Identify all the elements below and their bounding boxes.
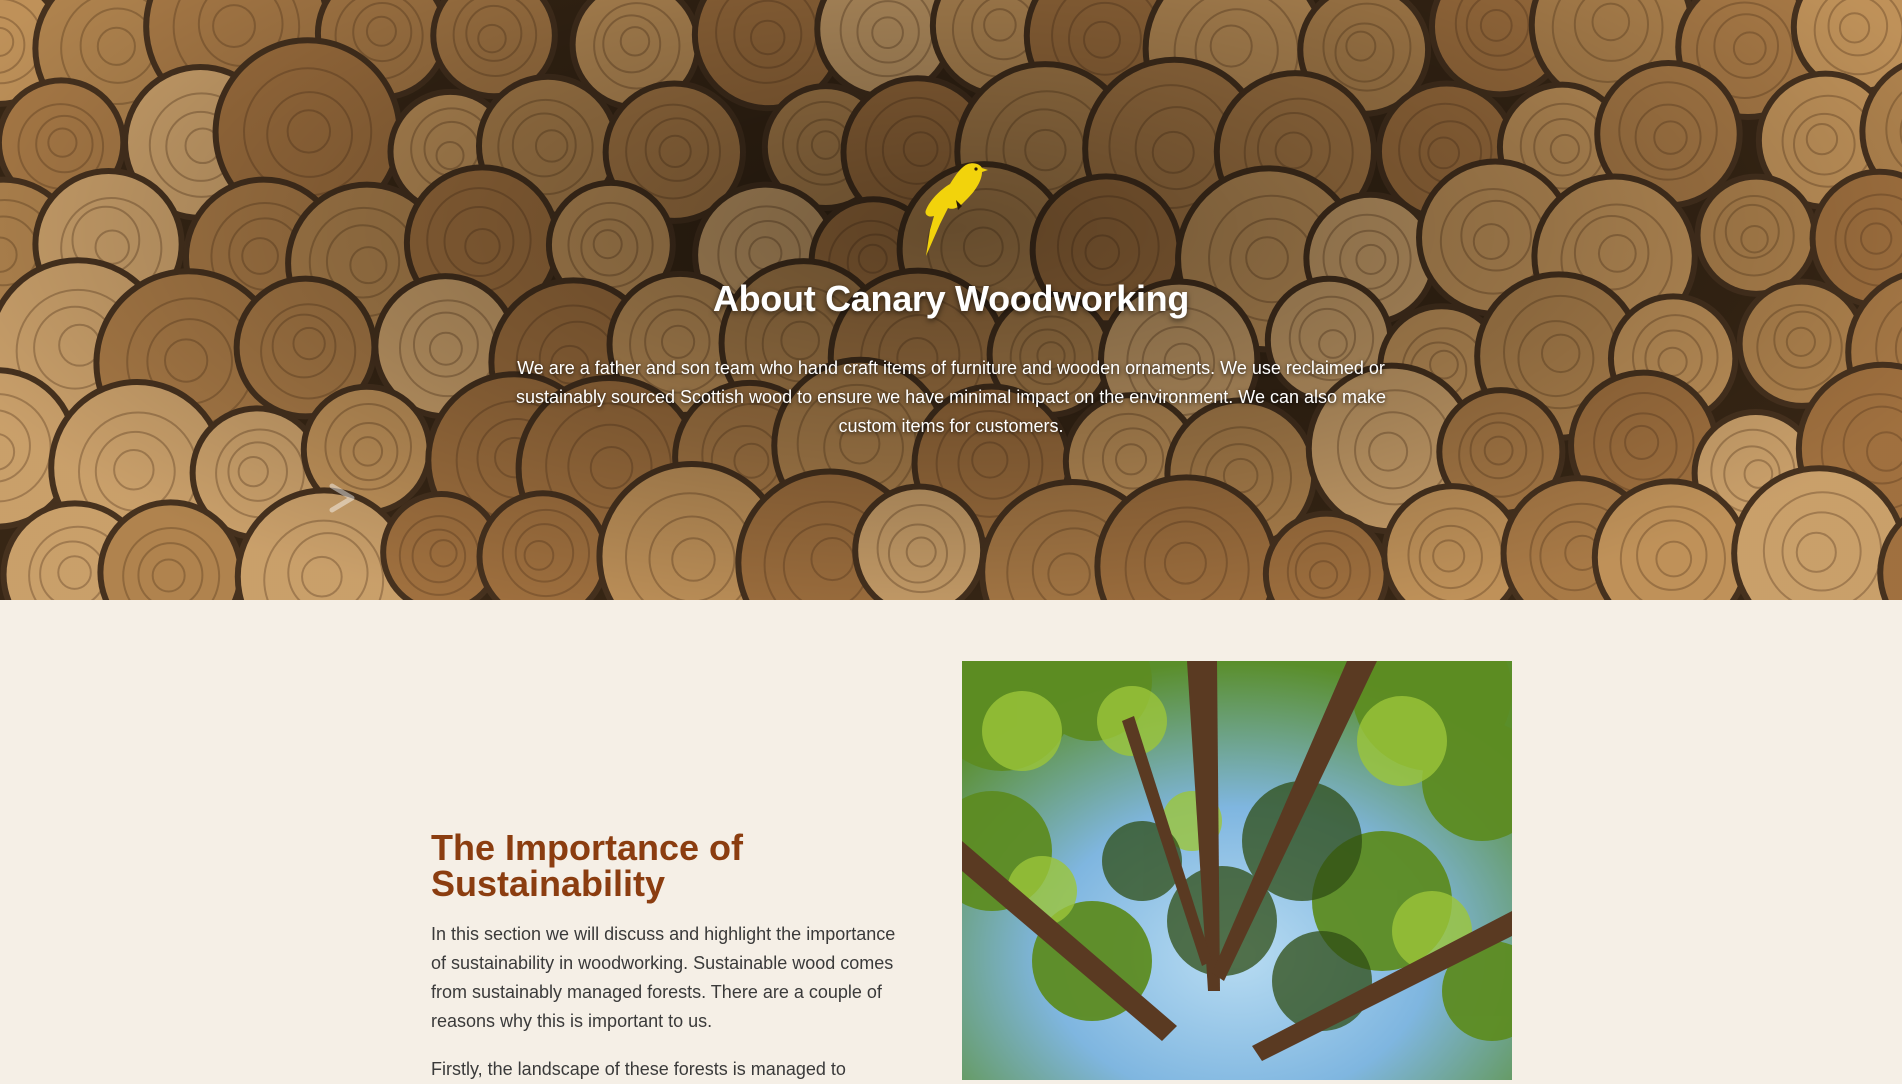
chevron-right-icon[interactable] — [328, 480, 358, 516]
section-title: The Importance of Sustainability — [431, 827, 744, 904]
hero-title: About Canary Woodworking — [712, 278, 1190, 319]
forest-canopy-image — [962, 661, 1512, 1080]
hero-banner: About Canary Woodworking We are a father… — [0, 0, 1902, 600]
canary-bird-icon — [925, 163, 988, 256]
hero-description: We are a father and son team who hand cr… — [515, 358, 1387, 436]
section-paragraph: In this section we will discuss and high… — [431, 924, 896, 1031]
